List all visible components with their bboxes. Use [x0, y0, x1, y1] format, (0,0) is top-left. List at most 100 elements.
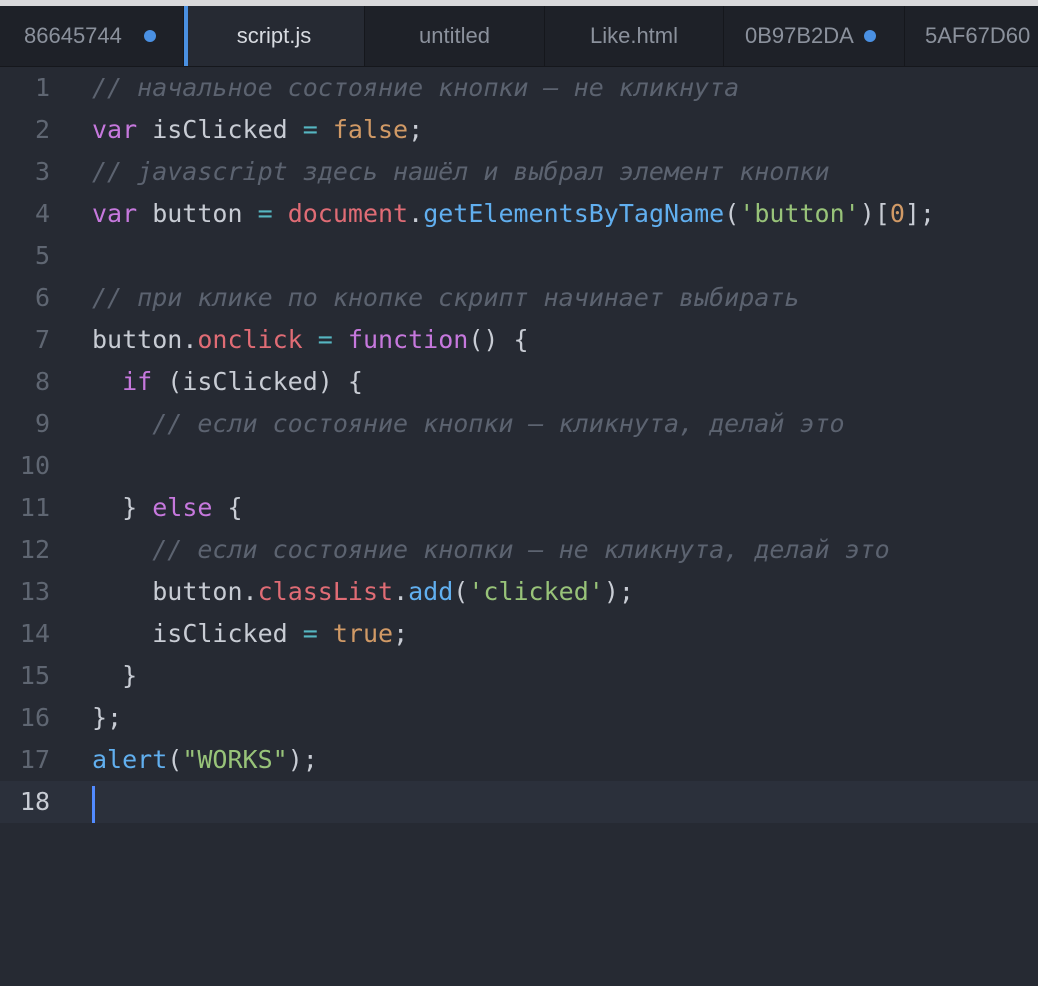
- line-number: 1: [34, 73, 50, 102]
- tab-bar: 86645744 script.js untitled Like.html 0B…: [0, 6, 1038, 67]
- code-line[interactable]: 6 // при клике по кнопке скрипт начинает …: [0, 277, 1038, 319]
- code-token: document: [287, 199, 409, 228]
- line-number: 12: [19, 535, 50, 564]
- code-token: if: [122, 367, 153, 396]
- tab-untitled[interactable]: untitled: [365, 6, 545, 66]
- code-token: getElementsByTagName: [423, 199, 725, 228]
- code-line[interactable]: 9 // если состояние кнопки – кликнута, д…: [0, 403, 1038, 445]
- code-line[interactable]: 7 button.onclick = function() {: [0, 319, 1038, 361]
- tab-label: 86645744: [24, 23, 122, 48]
- code-text: // начальное состояние кнопки – не кликн…: [92, 67, 739, 109]
- code-line[interactable]: 12 // если состояние кнопки – не кликнут…: [0, 529, 1038, 571]
- code-token: // если состояние кнопки – кликнута, дел…: [152, 409, 845, 438]
- code-token: )[: [859, 199, 890, 228]
- code-text: };: [92, 697, 122, 739]
- tab-0b97b2da[interactable]: 0B97B2DA: [724, 6, 905, 66]
- tab-like-html[interactable]: Like.html: [545, 6, 724, 66]
- code-line[interactable]: 2 var isClicked = false;: [0, 109, 1038, 151]
- line-number: 9: [34, 409, 50, 438]
- code-line[interactable]: 5: [0, 235, 1038, 277]
- code-token: 0: [889, 199, 905, 228]
- code-token: {: [212, 493, 243, 522]
- code-line[interactable]: 17 alert("WORKS");: [0, 739, 1038, 781]
- code-text: alert("WORKS");: [92, 739, 318, 781]
- code-token: .: [242, 577, 258, 606]
- code-token: (: [167, 745, 183, 774]
- tab-5af67d60[interactable]: 5AF67D60: [905, 6, 1038, 66]
- code-token: (isClicked) {: [152, 367, 363, 396]
- code-text: // javascript здесь нашёл и выбрал элеме…: [92, 151, 830, 193]
- code-token: =: [257, 199, 273, 228]
- code-text: // при клике по кнопке скрипт начинает в…: [92, 277, 799, 319]
- line-number: 13: [19, 577, 50, 606]
- code-token: button: [92, 325, 183, 354]
- modified-dot-icon: [144, 30, 156, 42]
- code-editor[interactable]: 1 // начальное состояние кнопки – не клик…: [0, 67, 1038, 986]
- code-token: var: [92, 199, 138, 228]
- code-text: var isClicked = false;: [92, 109, 423, 151]
- line-number: 17: [19, 745, 50, 774]
- code-line[interactable]: 16};: [0, 697, 1038, 739]
- code-line[interactable]: 13 button.classList.add('clicked');: [0, 571, 1038, 613]
- code-token: );: [287, 745, 318, 774]
- code-token: .: [408, 199, 424, 228]
- code-text: }: [92, 655, 137, 697]
- code-text: button.classList.add('clicked');: [92, 571, 634, 613]
- code-token: // при клике по кнопке скрипт начинает в…: [92, 283, 800, 312]
- code-token: ;: [408, 115, 424, 144]
- code-token: true: [317, 619, 394, 648]
- code-line[interactable]: 3 // javascript здесь нашёл и выбрал элем…: [0, 151, 1038, 193]
- code-token: alert: [92, 745, 168, 774]
- line-number: 15: [19, 661, 50, 690]
- code-token: }: [92, 493, 153, 522]
- code-token: add: [408, 577, 454, 606]
- code-text: if (isClicked) {: [92, 361, 363, 403]
- code-line[interactable]: 18: [0, 781, 1038, 823]
- code-token: var: [92, 115, 138, 144]
- tab-label: 0B97B2DA: [745, 23, 854, 48]
- code-text: // если состояние кнопки – кликнута, дел…: [92, 403, 845, 445]
- code-token: // если состояние кнопки – не кликнута, …: [152, 535, 890, 564]
- code-line[interactable]: 14 isClicked = true;: [0, 613, 1038, 655]
- code-token: );: [603, 577, 634, 606]
- code-line[interactable]: 8 if (isClicked) {: [0, 361, 1038, 403]
- line-number: 18: [19, 787, 50, 816]
- line-number: 6: [34, 283, 50, 312]
- code-token: .: [182, 325, 198, 354]
- tab-script-js[interactable]: script.js: [184, 6, 365, 66]
- line-number: 14: [19, 619, 50, 648]
- code-line[interactable]: 11 } else {: [0, 487, 1038, 529]
- code-token: button: [137, 199, 258, 228]
- code-token: .: [393, 577, 409, 606]
- editor-window: 86645744 script.js untitled Like.html 0B…: [0, 0, 1038, 986]
- code-token: classList: [257, 577, 394, 606]
- code-token: false: [317, 115, 409, 144]
- tab-86645744[interactable]: 86645744: [0, 6, 184, 66]
- code-line[interactable]: 15 }: [0, 655, 1038, 697]
- code-token: () {: [468, 325, 529, 354]
- code-line[interactable]: 10: [0, 445, 1038, 487]
- code-token: "WORKS": [182, 745, 288, 774]
- tab-label: Like.html: [589, 23, 679, 48]
- code-token: button: [152, 577, 243, 606]
- code-token: // начальное состояние кнопки – не кликн…: [92, 73, 740, 102]
- code-text: isClicked = true;: [92, 613, 408, 655]
- modified-dot-icon: [864, 30, 876, 42]
- text-cursor: [92, 786, 95, 823]
- code-text: var button = document.getElementsByTagNa…: [92, 193, 935, 235]
- code-line[interactable]: 1 // начальное состояние кнопки – не клик…: [0, 67, 1038, 109]
- code-token: onclick: [197, 325, 303, 354]
- code-line[interactable]: 4 var button = document.getElementsByTagN…: [0, 193, 1038, 235]
- tab-label: 5AF67D60: [925, 23, 1031, 48]
- line-number: 2: [34, 115, 50, 144]
- tab-label: script.js: [236, 23, 312, 48]
- line-number: 5: [34, 241, 50, 270]
- code-token: =: [302, 619, 318, 648]
- code-token: isClicked: [152, 619, 303, 648]
- line-number: 11: [19, 493, 50, 522]
